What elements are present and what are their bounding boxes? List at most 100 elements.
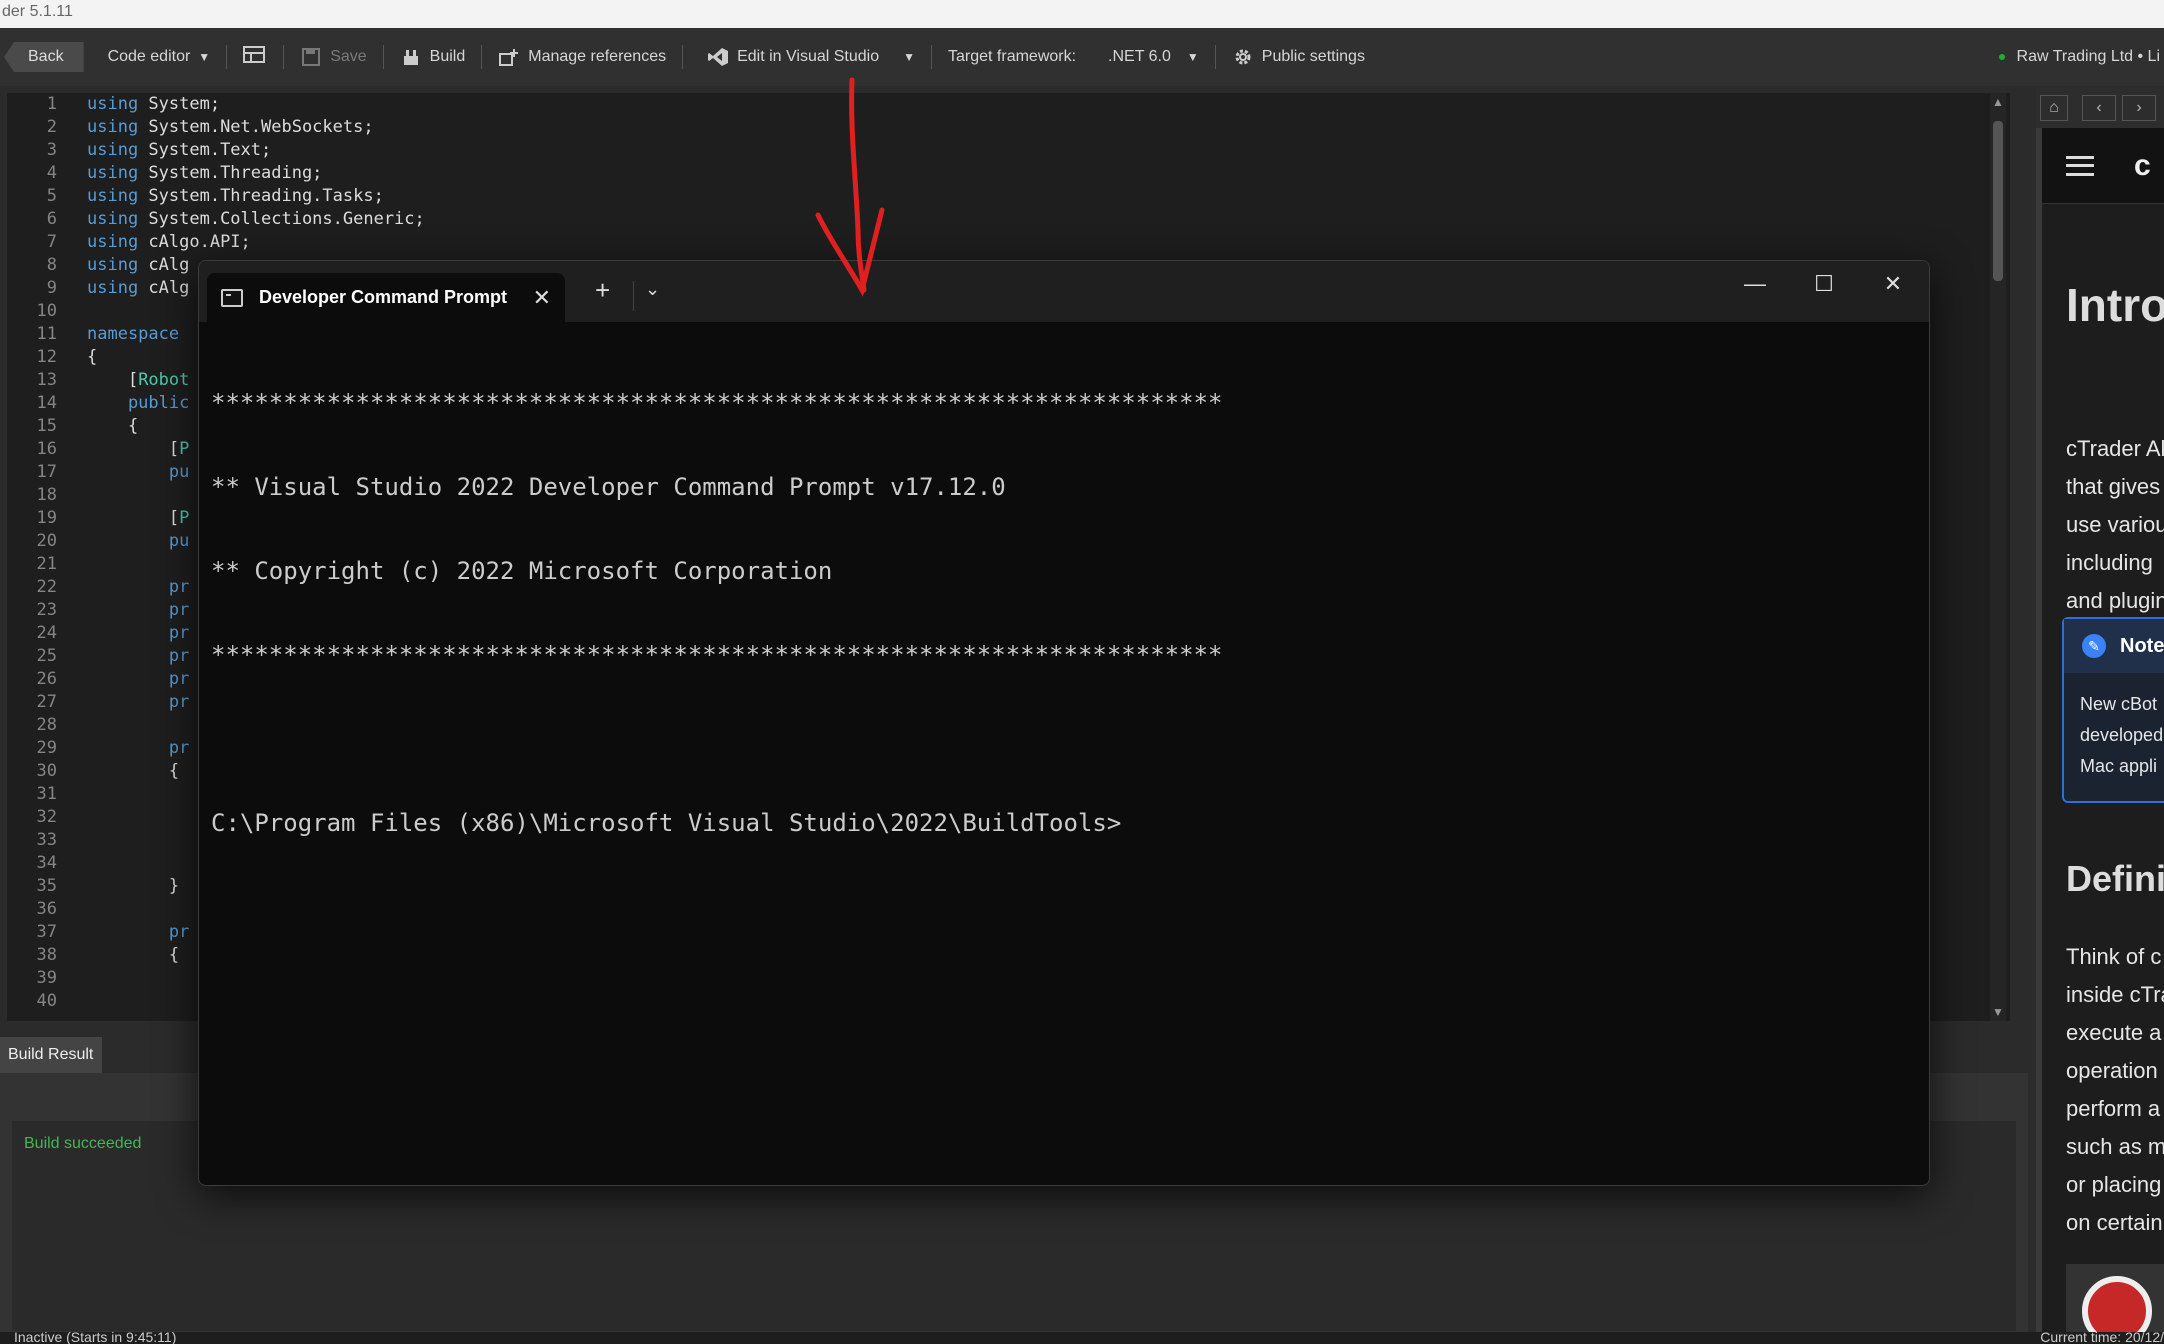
app-root: der 5.1.11 Back Code editor ▼ Save Build… (0, 0, 2164, 1344)
terminal-output[interactable]: ****************************************… (211, 333, 1222, 893)
note-line: Mac appli (2080, 756, 2158, 776)
line-number: 15 (36, 416, 57, 436)
toolbar-divider (682, 45, 684, 69)
code-token: public (87, 393, 190, 413)
line-number: 12 (36, 347, 57, 367)
line-number: 25 (36, 646, 57, 666)
public-settings-label: Public settings (1261, 48, 1365, 65)
code-token: { (87, 416, 139, 436)
code-token: [ (87, 439, 180, 459)
code-token: System.Threading; (138, 163, 323, 183)
account-indicator[interactable]: Raw Trading Ltd • Li (1998, 28, 2164, 86)
manage-references-button[interactable]: Manage references (488, 28, 676, 86)
scroll-up-icon[interactable]: ▲ (1992, 95, 2004, 109)
scroll-down-icon[interactable]: ▼ (1992, 1005, 2004, 1019)
line-number: 23 (36, 600, 57, 620)
line-number: 5 (46, 186, 57, 206)
doc-paragraph-line: and plugin (2066, 588, 2164, 613)
line-number: 3 (46, 140, 57, 160)
line-number: 1 (46, 94, 57, 114)
note-line: New cBot (2080, 694, 2158, 714)
scrollbar-thumb[interactable] (1993, 121, 2003, 281)
code-line: using System.Text; (87, 139, 1980, 162)
chevron-down-icon[interactable]: ▼ (903, 50, 915, 64)
code-token: cAlg (138, 278, 190, 298)
terminal-title-bar[interactable]: Developer Command Prompt ✕ + ⌄ — ☐ ✕ (199, 261, 1929, 322)
back-button[interactable]: Back (4, 42, 84, 72)
visual-studio-icon (707, 46, 729, 68)
code-token: using (87, 140, 139, 160)
toolbar-divider (481, 45, 483, 69)
developer-command-prompt-window[interactable]: Developer Command Prompt ✕ + ⌄ — ☐ ✕ ***… (198, 260, 1930, 1186)
code-token: System.Collections.Generic; (138, 209, 425, 229)
public-settings-button[interactable]: Public settings (1222, 28, 1375, 86)
window-title-bar: der 5.1.11 (0, 0, 2164, 28)
code-token: pr (87, 692, 190, 712)
doc-paragraph-line: perform a (2066, 1096, 2161, 1121)
terminal-line: ****************************************… (211, 389, 1223, 417)
build-result-tab-label: Build Result (8, 1046, 94, 1063)
target-framework-label: Target framework: (938, 28, 1086, 86)
hamburger-menu-icon[interactable] (2066, 155, 2094, 176)
line-number: 13 (36, 370, 57, 390)
doc-paragraph-line: Think of c (2066, 944, 2162, 969)
build-result-tab[interactable]: Build Result (0, 1037, 102, 1073)
back-nav-icon[interactable]: ‹ (2082, 95, 2116, 121)
framework-value: .NET 6.0 (1108, 48, 1171, 65)
doc-paragraph-line: that gives (2066, 474, 2161, 499)
layout-icon (243, 45, 267, 70)
code-editor-dropdown[interactable]: Code editor ▼ (98, 28, 221, 86)
status-bar: Inactive (Starts in 9:45:11) Current tim… (0, 1329, 2164, 1344)
line-number: 28 (36, 715, 57, 735)
code-token: using (87, 278, 139, 298)
code-token: cAlg (138, 255, 190, 275)
home-icon[interactable]: ⌂ (2040, 95, 2068, 121)
layout-toggle-button[interactable] (233, 28, 277, 86)
maximize-icon[interactable]: ☐ (1804, 271, 1844, 297)
build-button[interactable]: Build (390, 28, 476, 86)
line-number: 20 (36, 531, 57, 551)
terminal-prompt-line: C:\Program Files (x86)\Microsoft Visual … (211, 809, 1122, 837)
code-token: } (87, 876, 180, 896)
code-line: using System.Collections.Generic; (87, 208, 1980, 231)
code-token: pr (87, 577, 190, 597)
code-token: pr (87, 922, 190, 942)
code-token: pu (87, 462, 190, 482)
code-token: using (87, 163, 139, 183)
close-tab-icon[interactable]: ✕ (533, 285, 551, 311)
code-token: pr (87, 646, 190, 666)
code-token: System.Net.WebSockets; (138, 117, 374, 137)
minimize-icon[interactable]: — (1735, 271, 1775, 297)
code-token: [ (87, 370, 139, 390)
forward-nav-icon[interactable]: › (2122, 95, 2156, 121)
new-tab-icon[interactable]: + (595, 275, 610, 306)
line-number: 18 (36, 485, 57, 505)
target-framework-text: Target framework: (948, 48, 1077, 65)
code-token: [ (87, 508, 180, 528)
terminal-tab[interactable]: Developer Command Prompt ✕ (207, 273, 565, 322)
code-token: pr (87, 669, 190, 689)
chevron-down-icon[interactable]: ⌄ (645, 279, 660, 300)
toolbar-divider (1214, 45, 1216, 69)
doc-heading: Intro (2066, 279, 2164, 331)
toolbar-divider (283, 45, 285, 69)
close-icon[interactable]: ✕ (1873, 271, 1913, 297)
terminal-line: ** Copyright (c) 2022 Microsoft Corporat… (211, 557, 833, 585)
doc-paragraph-line: or placing (2066, 1172, 2162, 1197)
line-number: 33 (36, 830, 57, 850)
framework-select[interactable]: .NET 6.0 ▼ (1086, 28, 1209, 86)
code-token: using (87, 232, 139, 252)
doc-nav-bar: ⌂ ‹ › (2036, 88, 2164, 128)
editor-vertical-scrollbar[interactable]: ▲ ▼ (1990, 93, 2006, 1021)
line-number: 6 (46, 209, 57, 229)
toolbar-divider (226, 45, 228, 69)
code-line: using System.Threading; (87, 162, 1980, 185)
window-title: der 5.1.11 (2, 3, 73, 20)
toolbar-divider (931, 45, 932, 69)
line-number: 10 (36, 301, 57, 321)
save-button[interactable]: Save (290, 28, 376, 86)
code-token: using (87, 255, 139, 275)
line-number: 27 (36, 692, 57, 712)
doc-paragraph-line: use variou (2066, 512, 2164, 537)
code-token: using (87, 186, 139, 206)
